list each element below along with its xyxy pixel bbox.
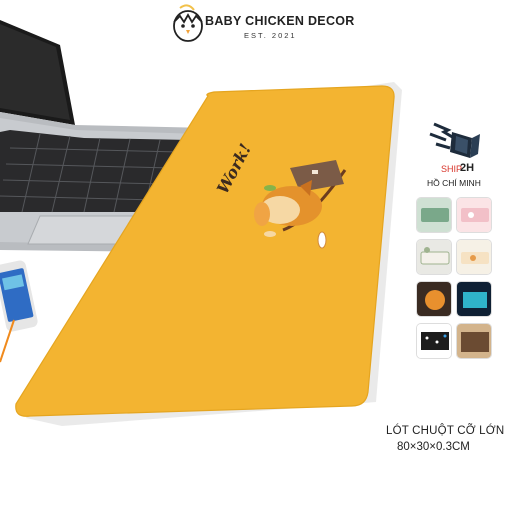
ship-city: HỒ CHÍ MINH [427, 178, 481, 188]
brand-established: EST. 2021 [244, 31, 297, 40]
phone-image [0, 260, 38, 363]
variant-thumbnail[interactable] [416, 239, 452, 275]
ship-time: 2H [460, 162, 475, 174]
fast-delivery-icon [429, 122, 480, 158]
variant-thumbnail[interactable] [456, 323, 492, 359]
variant-thumbnail[interactable] [456, 239, 492, 275]
variant-thumbnail[interactable] [416, 197, 452, 233]
variant-thumbnail[interactable] [456, 197, 492, 233]
variant-thumbnail[interactable] [456, 281, 492, 317]
ship-label: SHIP [441, 164, 463, 174]
variant-thumbnail[interactable] [416, 323, 452, 359]
product-size: 80×30×0.3CM [397, 441, 470, 453]
brand-name: BABY CHICKEN DECOR [205, 14, 355, 28]
variant-thumbnail[interactable] [416, 281, 452, 317]
product-name: LÓT CHUỘT CỠ LỚN [386, 425, 505, 437]
chicken-logo-icon [173, 4, 203, 42]
